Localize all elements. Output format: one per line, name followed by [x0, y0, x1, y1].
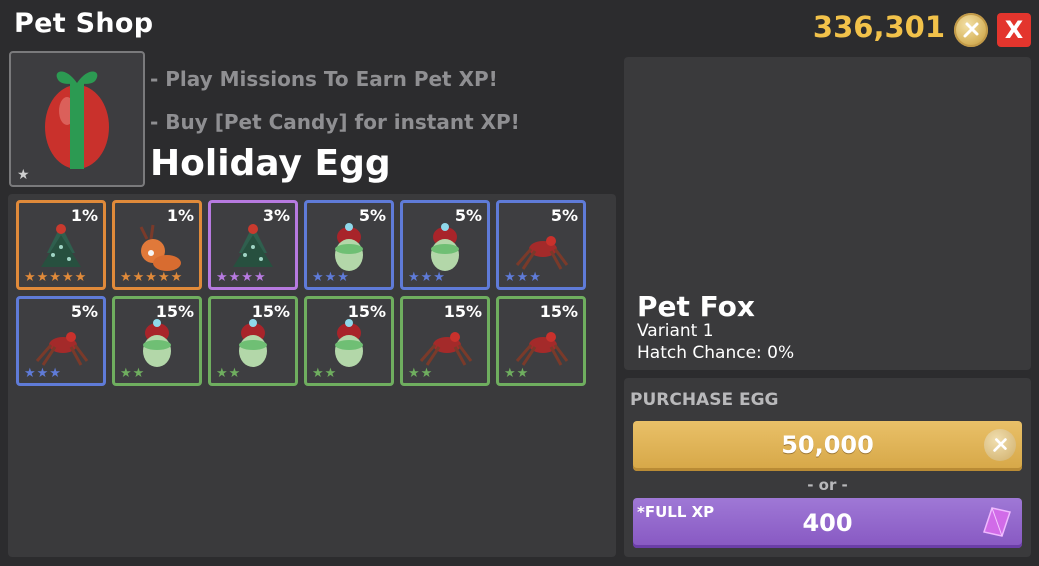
hatch-chance: 15% [347, 302, 386, 321]
coin-icon [954, 13, 988, 47]
gem-price: 400 [802, 509, 853, 537]
hatch-chance: 15% [539, 302, 578, 321]
purchase-label: PURCHASE EGG [630, 390, 779, 410]
buy-with-coins-button[interactable]: 50,000 [633, 421, 1022, 471]
hatch-chance: 5% [454, 206, 482, 225]
coin-balance: 336,301 [812, 10, 945, 44]
hatch-chance: 15% [251, 302, 290, 321]
preview-variant: Variant 1 [637, 321, 714, 341]
rarity-stars: ★★ [216, 366, 242, 381]
hatch-chance: 5% [358, 206, 386, 225]
pet-slot[interactable]: 5% ★★★ [304, 200, 394, 290]
egg-star-icon: ★ [17, 167, 30, 183]
gem-icon [982, 506, 1012, 542]
holiday-egg-icon [45, 71, 109, 169]
coin-icon [984, 429, 1016, 461]
page-title: Pet Shop [14, 8, 154, 39]
close-button[interactable]: X [997, 13, 1031, 47]
pet-slot[interactable]: 15% ★★ [112, 296, 202, 386]
rarity-stars: ★★ [504, 366, 530, 381]
rarity-stars: ★★★★★ [24, 270, 88, 285]
rarity-stars: ★★★★ [216, 270, 267, 285]
preview-hatch-chance: Hatch Chance: 0% [637, 343, 795, 363]
pet-slot[interactable]: 5% ★★★ [496, 200, 586, 290]
pet-slot[interactable]: 15% ★★ [400, 296, 490, 386]
buy-full-xp-button[interactable]: *FULL XP 400 [633, 498, 1022, 548]
pet-slot[interactable]: 15% ★★ [208, 296, 298, 386]
rarity-stars: ★★ [120, 366, 146, 381]
or-divider: - or - [807, 476, 848, 494]
tip-missions: - Play Missions To Earn Pet XP! [150, 67, 498, 91]
rarity-stars: ★★★ [24, 366, 62, 381]
rarity-stars: ★★★★★ [120, 270, 184, 285]
hatch-chance: 1% [166, 206, 194, 225]
pet-slot[interactable]: 15% ★★ [304, 296, 394, 386]
coin-price: 50,000 [781, 431, 874, 459]
hatch-chance: 5% [70, 302, 98, 321]
pet-slot[interactable]: 1% ★★★★★ [16, 200, 106, 290]
hatch-chance: 15% [443, 302, 482, 321]
rarity-stars: ★★ [408, 366, 434, 381]
hatch-chance: 15% [155, 302, 194, 321]
egg-name: Holiday Egg [150, 143, 391, 184]
preview-pet-name: Pet Fox [637, 290, 755, 323]
pet-slot[interactable]: 5% ★★★ [400, 200, 490, 290]
rarity-stars: ★★★ [504, 270, 542, 285]
pet-slot[interactable]: 5% ★★★ [16, 296, 106, 386]
pet-slot[interactable]: 3% ★★★★ [208, 200, 298, 290]
pet-slot[interactable]: 1% ★★★★★ [112, 200, 202, 290]
rarity-stars: ★★★ [312, 270, 350, 285]
hatch-chance: 3% [262, 206, 290, 225]
pet-slot[interactable]: 15% ★★ [496, 296, 586, 386]
hatch-chance: 5% [550, 206, 578, 225]
rarity-stars: ★★★ [408, 270, 446, 285]
tip-candy: - Buy [Pet Candy] for instant XP! [150, 110, 520, 134]
rarity-stars: ★★ [312, 366, 338, 381]
hatch-chance: 1% [70, 206, 98, 225]
egg-image: ★ [9, 51, 145, 187]
